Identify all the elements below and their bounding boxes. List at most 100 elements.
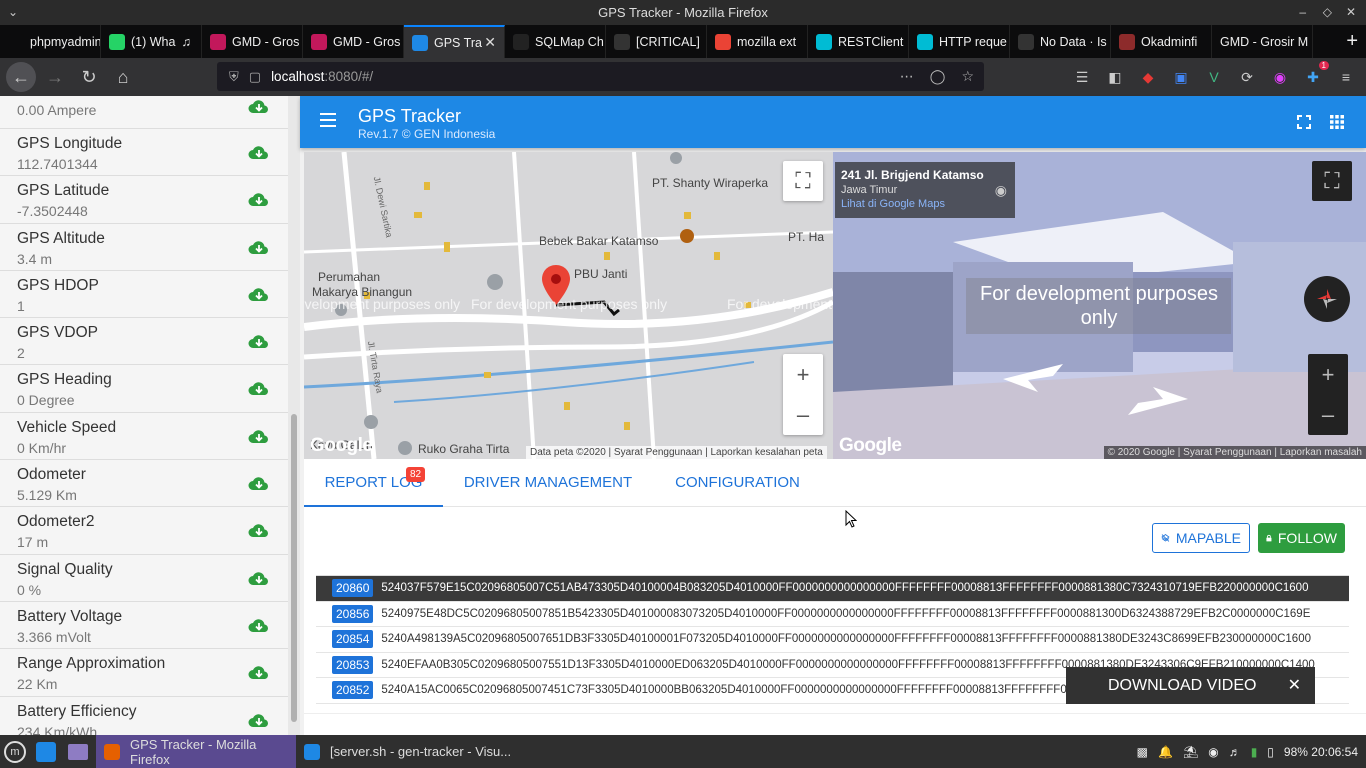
eraser-extension-icon[interactable]: ◆: [1138, 67, 1158, 87]
log-row[interactable]: 20860 524037F579E15C02096805007C51AB47330…: [316, 576, 1349, 602]
color-extension-icon[interactable]: ◉: [1270, 67, 1290, 87]
cloud-download-icon[interactable]: [248, 191, 270, 207]
sv-compass-icon[interactable]: [1304, 276, 1350, 322]
log-row[interactable]: 20856 5240975E48DC5C02096805007851B542330…: [316, 602, 1349, 627]
browser-tab[interactable]: GMD - Gros: [202, 25, 303, 58]
browser-tab[interactable]: GMD - Grosir M: [1212, 25, 1313, 58]
page-actions-icon[interactable]: ⋯: [900, 68, 914, 85]
sv-fullscreen-button[interactable]: ⛶: [1312, 161, 1352, 201]
browser-tab[interactable]: (1) Wha ♫: [101, 25, 202, 58]
street-view[interactable]: 241 Jl. Brigjend Katamso Jawa Timur Liha…: [833, 152, 1366, 459]
cloud-download-icon[interactable]: [248, 664, 270, 680]
window-menu-chevron-icon[interactable]: ⌄: [8, 0, 18, 25]
sv-report-link[interactable]: Laporkan masalah: [1280, 447, 1362, 458]
terminal-tray-icon[interactable]: ▩: [1137, 745, 1148, 759]
scrollbar-thumb[interactable]: [291, 414, 297, 722]
cloud-download-icon[interactable]: [248, 617, 270, 633]
sv-nav-arrow-left-icon[interactable]: [1003, 364, 1073, 394]
browser-tab[interactable]: SQLMap Ch: [505, 25, 606, 58]
browser-tab[interactable]: phpmyadmin.te: [0, 25, 101, 58]
restore-icon[interactable]: ◇: [1323, 0, 1332, 25]
restclient-icon: [917, 33, 933, 50]
toast-close-icon[interactable]: ✕: [1288, 675, 1301, 695]
taskbar-vscode[interactable]: [server.sh - gen-tracker - Visu...: [296, 735, 516, 768]
cloud-download-icon[interactable]: [248, 239, 270, 255]
hamburger-menu-icon[interactable]: [320, 113, 336, 127]
signal-tray-icon[interactable]: ▮: [1251, 745, 1258, 759]
forward-button[interactable]: →: [40, 62, 70, 92]
cloud-download-icon[interactable]: [248, 98, 270, 114]
sv-nav-arrow-right-icon[interactable]: [1123, 387, 1193, 417]
browser-tab[interactable]: RESTClient: [808, 25, 909, 58]
browser-tab[interactable]: Okadminfi: [1111, 25, 1212, 58]
taskbar-firefox[interactable]: GPS Tracker - Mozilla Firefox: [96, 735, 296, 768]
app-menu-icon[interactable]: ≡: [1336, 67, 1356, 87]
url-bar[interactable]: ⛨ ▢ localhost:8080/#/ ⋯ ◯ ☆: [217, 62, 984, 91]
map-fullscreen-button[interactable]: ⛶: [783, 161, 823, 201]
sidebar-icon[interactable]: ◧: [1105, 67, 1125, 87]
log-payload: 5240975E48DC5C02096805007851B5423305D401…: [381, 607, 1311, 620]
volume-icon[interactable]: ♬: [1229, 745, 1241, 759]
sv-zoom-out-button[interactable]: –: [1322, 395, 1334, 435]
cloud-download-icon[interactable]: [248, 712, 270, 728]
minimize-icon[interactable]: –: [1299, 0, 1306, 25]
browser-tab[interactable]: HTTP reque: [909, 25, 1010, 58]
translate-extension-icon[interactable]: ▣: [1171, 67, 1191, 87]
back-button[interactable]: ←: [6, 62, 36, 92]
cloud-download-icon[interactable]: [248, 570, 270, 586]
mapable-button[interactable]: MAPABLE: [1152, 523, 1250, 553]
tab-driver-management[interactable]: DRIVER MANAGEMENT: [459, 459, 637, 507]
files-launcher-icon[interactable]: [68, 735, 88, 768]
mouse-cursor-icon: [845, 510, 857, 528]
browser-tab[interactable]: GPS Tra ✕: [404, 25, 505, 58]
close-window-icon[interactable]: ✕: [1346, 0, 1356, 25]
cloud-download-icon[interactable]: [248, 333, 270, 349]
google-map[interactable]: PT. Shanty Wiraperka Jl. Dewi Sartika Be…: [304, 152, 833, 459]
clock[interactable]: 20:06:54: [1311, 745, 1358, 759]
start-menu-icon[interactable]: m: [4, 735, 26, 768]
home-button[interactable]: ⌂: [108, 62, 138, 92]
tab-report-log[interactable]: REPORT LOG 82: [304, 459, 443, 507]
pocket-icon[interactable]: ◯: [930, 68, 946, 85]
battery-icon[interactable]: ▯: [1267, 745, 1274, 759]
audio-playing-icon[interactable]: ♫: [181, 35, 190, 49]
zoom-out-button[interactable]: –: [797, 395, 809, 435]
shield-icon[interactable]: ⛨: [229, 69, 239, 85]
wifi-icon[interactable]: ⛱: [1183, 745, 1198, 759]
apps-grid-icon[interactable]: [1329, 114, 1345, 130]
sv-zoom-in-button[interactable]: +: [1322, 355, 1335, 395]
fullscreen-icon[interactable]: [1296, 114, 1312, 130]
cloud-download-icon[interactable]: [248, 428, 270, 444]
vue-extension-icon[interactable]: V: [1204, 67, 1224, 87]
bookmark-star-icon[interactable]: ☆: [961, 68, 974, 85]
close-tab-icon[interactable]: ✕: [484, 34, 496, 51]
cloud-download-icon[interactable]: [248, 380, 270, 396]
reload-button[interactable]: ↻: [74, 62, 104, 92]
map-report-link[interactable]: Laporkan kesalahan peta: [710, 447, 822, 458]
map-terms-link[interactable]: Syarat Penggunaan: [614, 447, 702, 458]
cloud-download-icon[interactable]: [248, 475, 270, 491]
log-row[interactable]: 20854 5240A498139A5C02096805007651DB3F330…: [316, 627, 1349, 653]
location-tray-icon[interactable]: ◉: [1208, 745, 1218, 759]
cloud-download-icon[interactable]: [248, 286, 270, 302]
page-info-icon[interactable]: ▢: [249, 69, 261, 85]
sv-google-maps-link[interactable]: Lihat di Google Maps: [841, 198, 1009, 210]
new-tab-button[interactable]: +: [1346, 25, 1358, 58]
browser-tab[interactable]: GMD - Gros: [303, 25, 404, 58]
follow-button[interactable]: FOLLOW: [1258, 523, 1345, 553]
tab-configuration[interactable]: CONFIGURATION: [664, 459, 811, 507]
browser-tab[interactable]: No Data · Is: [1010, 25, 1111, 58]
cloud-download-icon[interactable]: [248, 144, 270, 160]
notifications-icon[interactable]: 🔔: [1158, 745, 1173, 759]
sync-extension-icon[interactable]: ⟳: [1237, 67, 1257, 87]
browser-tab[interactable]: mozilla ext: [707, 25, 808, 58]
download-video-toast[interactable]: DOWNLOAD VIDEO ✕: [1066, 667, 1315, 704]
zoom-in-button[interactable]: +: [797, 355, 810, 395]
cloud-download-icon[interactable]: [248, 522, 270, 538]
library-icon[interactable]: ☰: [1072, 67, 1092, 87]
extension-badge-icon[interactable]: ✚ 1: [1303, 61, 1329, 87]
sidebar-scrollbar[interactable]: [288, 96, 300, 735]
vscode-launcher-icon[interactable]: [36, 735, 56, 768]
sv-terms-link[interactable]: Syarat Penggunaan: [1183, 447, 1271, 458]
browser-tab[interactable]: [CRITICAL]: [606, 25, 707, 58]
